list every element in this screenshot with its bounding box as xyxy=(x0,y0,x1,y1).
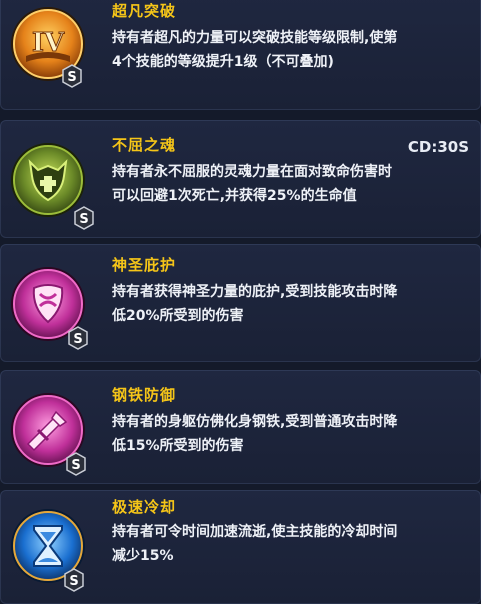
svg-text:S: S xyxy=(69,574,78,589)
grade-badge-icon: S xyxy=(64,568,84,592)
grade-badge-icon: S xyxy=(74,206,94,230)
skill-description: 持有者可令时间加速流逝,使主技能的冷却时间 减少15% xyxy=(112,524,398,564)
skill-card[interactable]: S 极速冷却 持有者可令时间加速流逝,使主技能的冷却时间 减少15% xyxy=(0,490,481,604)
skill-card[interactable]: IV S 超凡突破 持有者超凡的力量可以突破技能等级限制,使第 4个技能的等级提… xyxy=(0,0,481,110)
grade-badge-icon: S xyxy=(62,64,82,88)
skill-name: 神圣庇护 xyxy=(112,256,177,274)
skill-card[interactable]: S 神圣庇护 持有者获得神圣力量的庇护,受到技能攻击时降 低20%所受到的伤害 xyxy=(0,244,481,362)
skill-card[interactable]: S 钢铁防御 持有者的身躯仿佛化身钢铁,受到普通攻击时降 低15%所受到的伤害 xyxy=(0,370,481,484)
skill-name: 钢铁防御 xyxy=(112,386,177,404)
skill-card[interactable]: S 不屈之魂 CD:30S 持有者永不屈服的灵魂力量在面对致命伤害时 可以回避1… xyxy=(0,120,481,238)
skill-description: 持有者永不屈服的灵魂力量在面对致命伤害时 可以回避1次死亡,并获得25%的生命值 xyxy=(112,164,392,204)
skill-description: 持有者获得神圣力量的庇护,受到技能攻击时降 低20%所受到的伤害 xyxy=(112,284,398,324)
skill-description: 持有者的身躯仿佛化身钢铁,受到普通攻击时降 低15%所受到的伤害 xyxy=(112,414,398,454)
svg-text:S: S xyxy=(67,70,76,85)
svg-text:S: S xyxy=(71,458,80,473)
skill-name: 不屈之魂 xyxy=(112,136,177,154)
svg-text:S: S xyxy=(73,332,82,347)
skill-description: 持有者超凡的力量可以突破技能等级限制,使第 4个技能的等级提升1级（不可叠加) xyxy=(112,30,398,70)
skill-name: 超凡突破 xyxy=(112,2,177,20)
cooldown-label: CD:30S xyxy=(407,138,469,156)
skill-name: 极速冷却 xyxy=(112,498,177,516)
roman-numeral: IV xyxy=(32,28,65,58)
svg-text:S: S xyxy=(79,212,88,227)
grade-badge-icon: S xyxy=(66,452,86,476)
grade-badge-icon: S xyxy=(68,326,88,350)
